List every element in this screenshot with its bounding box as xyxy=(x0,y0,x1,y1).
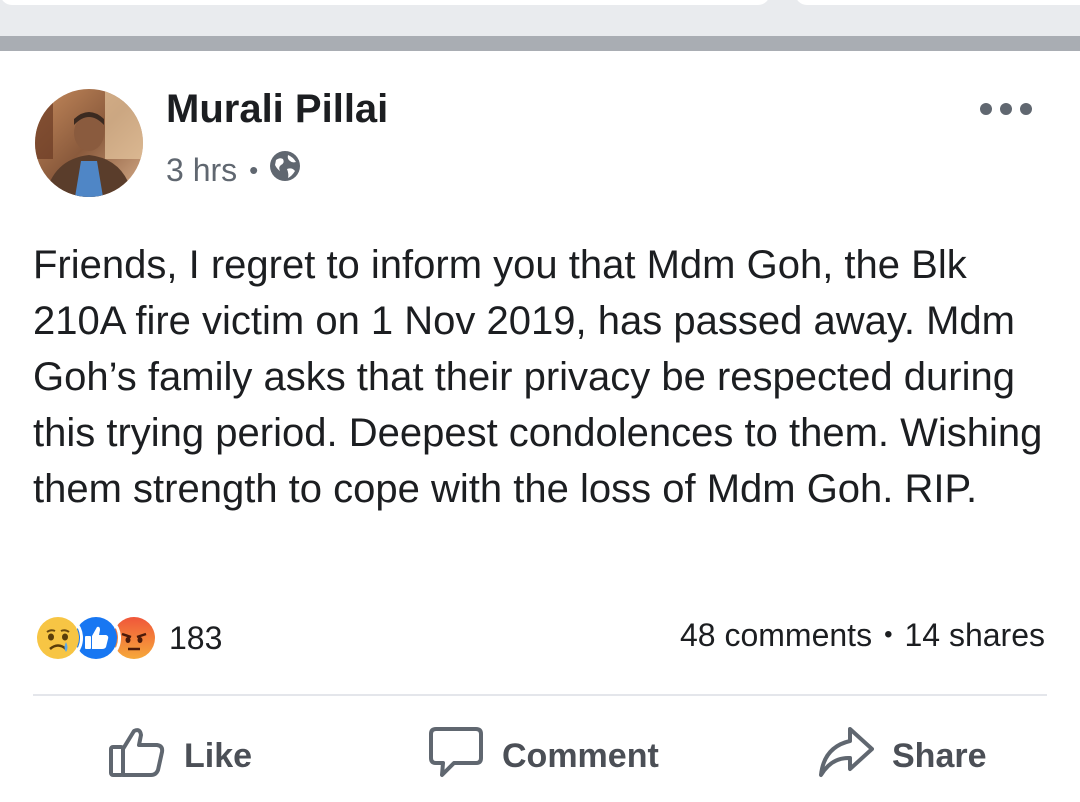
post-time[interactable]: 3 hrs xyxy=(166,152,237,189)
comment-label: Comment xyxy=(502,736,659,775)
more-dot-icon xyxy=(980,103,992,115)
post-text: Friends, I regret to inform you that Mdm… xyxy=(33,243,1043,511)
post-card: Murali Pillai 3 hrs • Friends, I regret … xyxy=(0,51,1080,802)
more-dot-icon xyxy=(1000,103,1012,115)
post-meta: 3 hrs • xyxy=(166,149,302,191)
comment-bubble-icon xyxy=(428,725,502,788)
like-button[interactable]: Like xyxy=(108,721,252,791)
sad-emoji-icon xyxy=(33,613,83,663)
share-button[interactable]: Share xyxy=(818,721,987,791)
top-strip xyxy=(0,0,1080,36)
meta-separator: • xyxy=(249,154,259,185)
more-dot-icon xyxy=(1020,103,1032,115)
globe-icon xyxy=(268,149,302,191)
author-name[interactable]: Murali Pillai xyxy=(166,87,388,132)
share-arrow-icon xyxy=(818,725,892,788)
previous-card-edge xyxy=(0,0,770,5)
comments-count[interactable]: 48 comments xyxy=(680,617,872,654)
reaction-count[interactable]: 183 xyxy=(169,620,222,657)
reactions-summary[interactable]: 183 xyxy=(33,613,222,663)
share-label: Share xyxy=(892,736,987,775)
engagement-counts: 48 comments • 14 shares xyxy=(680,613,1045,657)
feed-divider xyxy=(0,36,1080,51)
action-divider xyxy=(33,694,1047,696)
thumbs-up-icon xyxy=(108,725,184,788)
shares-count[interactable]: 14 shares xyxy=(904,617,1045,654)
avatar[interactable] xyxy=(33,87,145,199)
like-label: Like xyxy=(184,736,253,775)
counts-separator: • xyxy=(884,621,893,648)
more-options-button[interactable] xyxy=(980,97,1032,121)
action-bar: Like Comment Share xyxy=(0,721,1080,791)
previous-card-edge-right xyxy=(795,0,1080,5)
comment-button[interactable]: Comment xyxy=(428,721,659,791)
